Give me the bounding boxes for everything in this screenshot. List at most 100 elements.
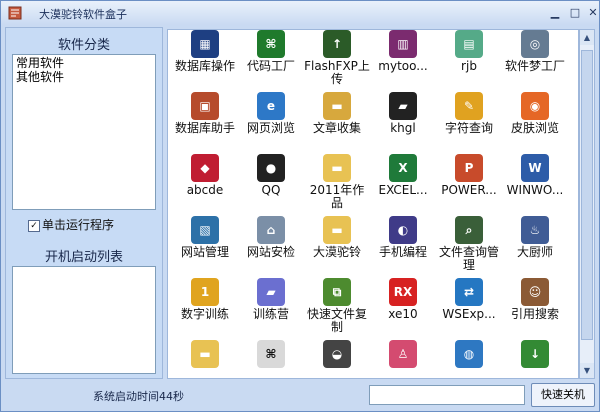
rx-icon: RX <box>389 278 417 306</box>
vertical-scrollbar[interactable]: ▲ ▼ <box>579 29 595 379</box>
app-item[interactable]: RX xe10 <box>370 278 436 340</box>
scroll-up-arrow-icon[interactable]: ▲ <box>580 30 594 45</box>
run-on-click-checkbox[interactable]: ✓ <box>28 219 40 232</box>
app-item[interactable]: ⇄ WSExp... <box>436 278 502 340</box>
app-item[interactable]: ♙ <box>370 340 436 378</box>
app-item[interactable]: ▣ 数据库助手 <box>172 92 238 154</box>
category-item-common[interactable]: 常用软件 <box>16 56 152 70</box>
app-item[interactable]: ◉ 皮肤浏览 <box>502 92 568 154</box>
app-item[interactable]: ♨ 大厨师 <box>502 216 568 278</box>
app-item[interactable]: ⌂ 网站安检 <box>238 216 304 278</box>
skin-icon: ◉ <box>521 92 549 120</box>
category-item-other[interactable]: 其他软件 <box>16 70 152 84</box>
app-item[interactable]: e 网页浏览 <box>238 92 304 154</box>
app-item[interactable]: ◆ abcde <box>172 154 238 216</box>
app-item[interactable]: ▬ 文章收集 <box>304 92 370 154</box>
app-item[interactable]: ⌘ 代码工厂 <box>238 30 304 92</box>
maximize-button[interactable]: □ <box>567 6 583 20</box>
app-label: 文章收集 <box>312 121 361 135</box>
app-label: 大漠驼铃 <box>312 245 361 259</box>
copy-icon: ⧉ <box>323 278 351 306</box>
scroll-down-arrow-icon[interactable]: ▼ <box>580 363 594 378</box>
car-icon: ▰ <box>389 92 417 120</box>
app-item[interactable]: ▰ khgl <box>370 92 436 154</box>
scroll-thumb[interactable] <box>581 50 593 340</box>
satellite-icon: ◎ <box>521 30 549 58</box>
category-title: 软件分类 <box>57 38 110 53</box>
app-item[interactable]: 1 数字训练 <box>172 278 238 340</box>
status-bar: 系统启动时间44秒 快速关机 <box>5 383 595 407</box>
app-item[interactable]: ⌕ 文件查询管理 <box>436 216 502 278</box>
app-item[interactable]: W WINWO... <box>502 154 568 216</box>
app-item[interactable]: ◐ 手机编程 <box>370 216 436 278</box>
app-item[interactable]: ▰ 训练营 <box>238 278 304 340</box>
app-label: 皮肤浏览 <box>510 121 559 135</box>
app-label: khgl <box>390 121 416 135</box>
app-item[interactable]: ☺ 引用搜索 <box>502 278 568 340</box>
app-label: FlashFXP上传 <box>304 59 370 86</box>
app-label: WSExp... <box>442 307 496 321</box>
app-label: 数据库助手 <box>174 121 235 135</box>
number-medal-icon: 1 <box>191 278 219 306</box>
app-label: 字符查询 <box>444 121 493 135</box>
app-label: 2011年作品 <box>309 183 365 210</box>
cursor-icon: ⌘ <box>257 340 285 368</box>
app-item[interactable]: ▦ 数据库操作 <box>172 30 238 92</box>
app-item[interactable]: ◍ <box>436 340 502 378</box>
pages-icon: ▤ <box>455 30 483 58</box>
app-item[interactable]: ▤ rjb <box>436 30 502 92</box>
app-item[interactable]: ⧉ 快速文件复制 <box>304 278 370 340</box>
run-on-click-option[interactable]: ✓ 单击运行程序 <box>28 216 114 233</box>
app-label: 数据库操作 <box>174 59 235 73</box>
excel-icon: X <box>389 154 417 182</box>
minimize-button[interactable]: ▁ <box>547 6 563 20</box>
folder-icon: ▬ <box>323 154 351 182</box>
search-file-icon: ⌕ <box>455 216 483 244</box>
car-icon: ▰ <box>257 278 285 306</box>
database-helper-icon: ▣ <box>191 92 219 120</box>
app-item[interactable]: ▬ 大漠驼铃 <box>304 216 370 278</box>
app-label: mytoo... <box>378 59 428 73</box>
app-item[interactable]: ◒ <box>304 340 370 378</box>
app-label: 手机编程 <box>378 245 427 259</box>
app-item[interactable]: ⌘ <box>238 340 304 378</box>
app-item[interactable]: ◎ 软件梦工厂 <box>502 30 568 92</box>
app-item[interactable]: ▬ <box>172 340 238 378</box>
title-bar[interactable]: 大漠驼铃软件盒子 ▁ □ ✕ <box>1 1 599 25</box>
app-label: rjb <box>461 59 477 73</box>
app-item[interactable]: ● QQ <box>238 154 304 216</box>
app-item[interactable]: ✎ 字符查询 <box>436 92 502 154</box>
window-title: 大漠驼铃软件盒子 <box>39 8 127 21</box>
books-icon: ▥ <box>389 30 417 58</box>
main-window: 大漠驼铃软件盒子 ▁ □ ✕ 软件分类 常用软件 其他软件 ✓ 单击运行程序 开机… <box>0 0 600 412</box>
app-label: xe10 <box>388 307 418 321</box>
app-item[interactable]: ▧ 网站管理 <box>172 216 238 278</box>
person-icon: ♙ <box>389 340 417 368</box>
app-item[interactable]: P POWER... <box>436 154 502 216</box>
category-list[interactable]: 常用软件 其他软件 <box>12 54 156 210</box>
code-book-icon: ⌘ <box>257 30 285 58</box>
app-item[interactable]: X EXCEL... <box>370 154 436 216</box>
app-label: 引用搜索 <box>510 307 559 321</box>
software-grid: ▦ 数据库操作 ⌘ 代码工厂 ↑ FlashFXP上传 ▥ mytoo... ▤ rjb … <box>167 29 579 379</box>
word-icon: W <box>521 154 549 182</box>
close-button[interactable]: ✕ <box>585 6 599 20</box>
folder-icon: ▬ <box>323 92 351 120</box>
app-label: 训练营 <box>252 307 289 321</box>
app-item[interactable]: ↓ <box>502 340 568 378</box>
folder-icon: ▬ <box>323 216 351 244</box>
command-input[interactable] <box>369 385 525 405</box>
app-item[interactable]: ↑ FlashFXP上传 <box>304 30 370 92</box>
app-item[interactable]: ▬ 2011年作品 <box>304 154 370 216</box>
eclipse-icon: ◐ <box>389 216 417 244</box>
app-label: EXCEL... <box>378 183 428 197</box>
download-icon: ↓ <box>521 340 549 368</box>
flashfxp-icon: ↑ <box>323 30 351 58</box>
app-item[interactable]: ▥ mytoo... <box>370 30 436 92</box>
startup-list[interactable] <box>12 266 156 374</box>
bear-icon: ☺ <box>521 278 549 306</box>
app-label: POWER... <box>441 183 497 197</box>
app-label: 网站安检 <box>246 245 295 259</box>
run-on-click-label: 单击运行程序 <box>42 218 115 232</box>
quick-shutdown-button[interactable]: 快速关机 <box>531 383 595 407</box>
